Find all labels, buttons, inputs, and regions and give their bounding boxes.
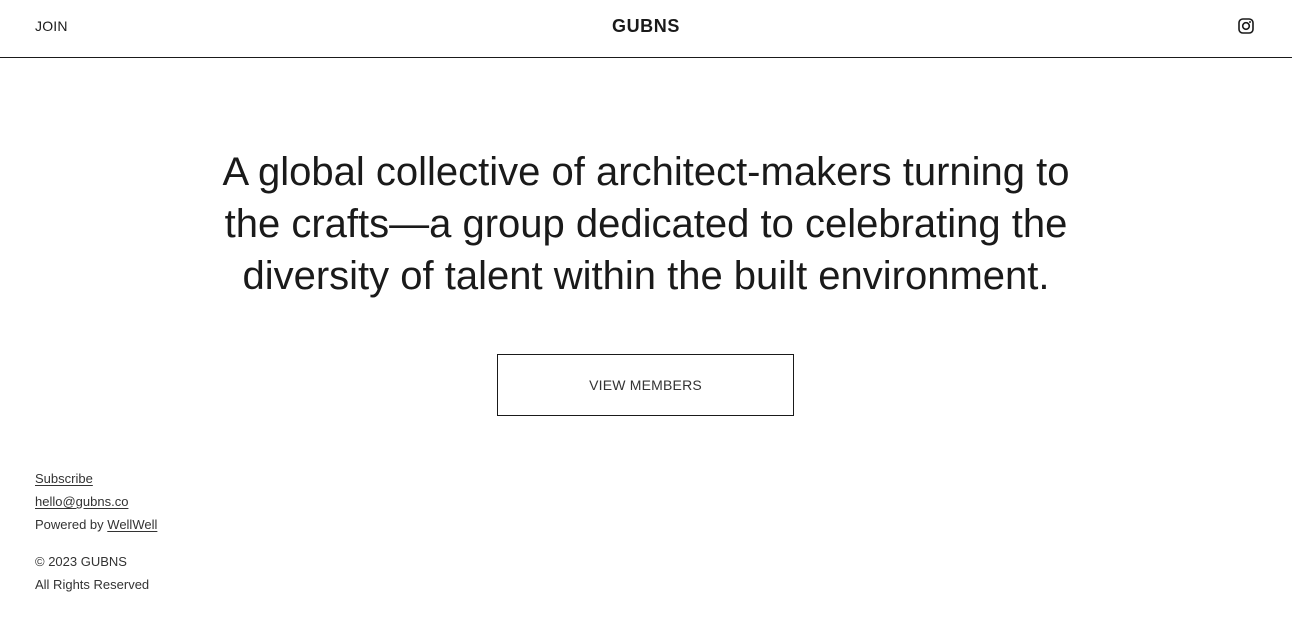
instagram-icon[interactable] (1238, 18, 1254, 34)
site-footer: Subscribe hello@gubns.co Powered by Well… (35, 469, 157, 598)
footer-email-row: hello@gubns.co (35, 492, 157, 515)
site-header: JOIN GUBNS (0, 0, 1292, 58)
site-title[interactable]: GUBNS (0, 16, 1292, 37)
view-members-button[interactable]: VIEW MEMBERS (497, 354, 794, 416)
wellwell-link[interactable]: WellWell (107, 517, 157, 532)
footer-subscribe-row: Subscribe (35, 469, 157, 492)
footer-spacer (35, 538, 157, 552)
hero-statement: A global collective of architect-makers … (222, 150, 1070, 298)
powered-by-text: Powered by (35, 517, 104, 532)
copyright-text: © 2023 GUBNS (35, 554, 127, 569)
email-link[interactable]: hello@gubns.co (35, 494, 128, 509)
subscribe-link[interactable]: Subscribe (35, 471, 93, 486)
footer-powered-row: Powered by WellWell (35, 515, 157, 538)
rights-text: All Rights Reserved (35, 577, 150, 592)
